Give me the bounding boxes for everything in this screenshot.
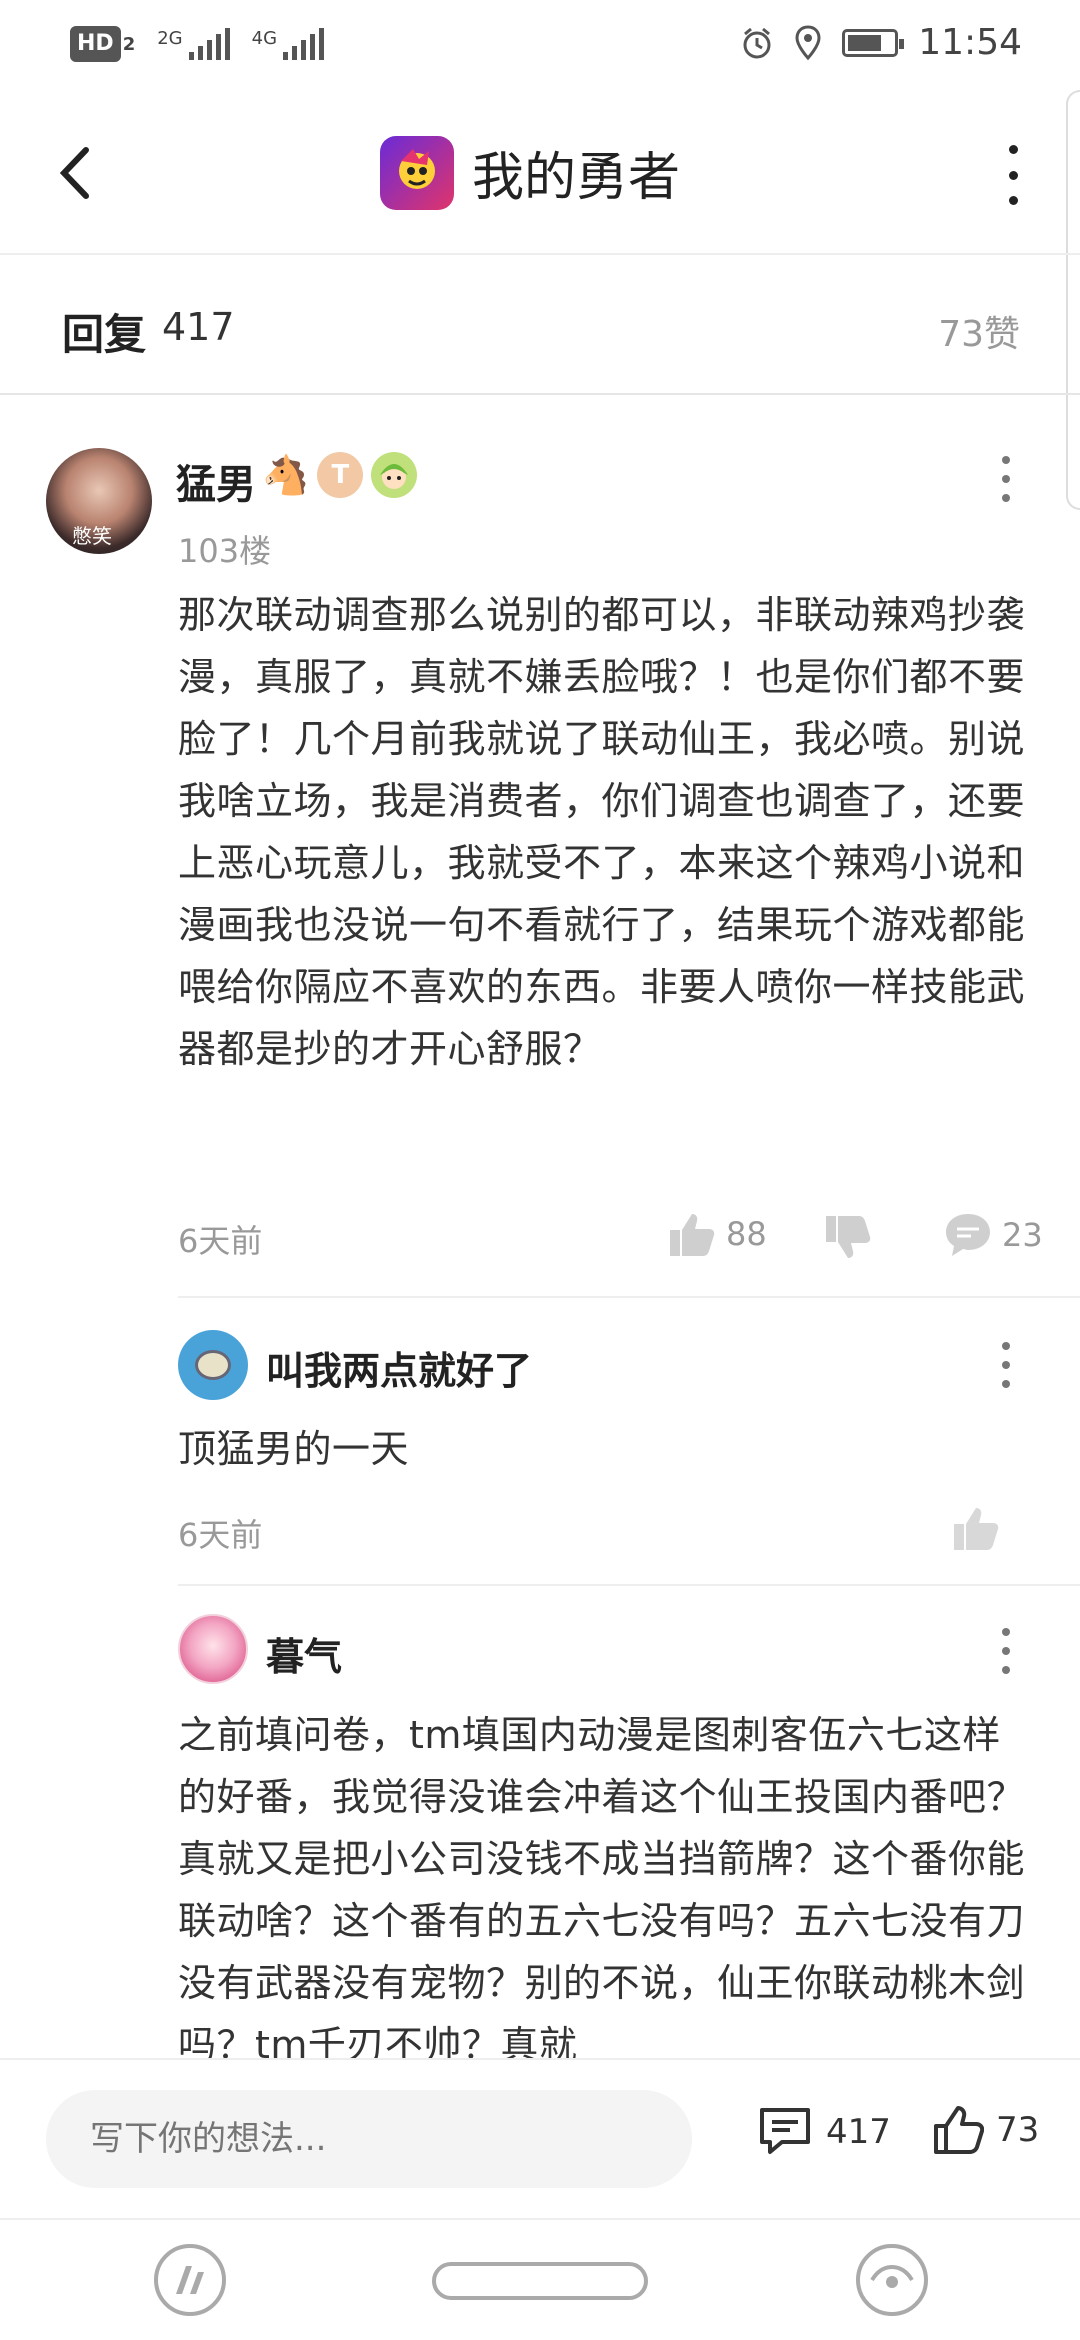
reply-summary-bar: 回复 417 73赞 (0, 255, 1080, 395)
like-button[interactable]: 88 (666, 1210, 767, 1258)
thumbs-up-icon (934, 2106, 984, 2154)
system-nav-bar (0, 2218, 1080, 2340)
clock: 11:54 (918, 22, 1022, 63)
speech-bubble-icon (946, 1214, 990, 1256)
assistant-icon (176, 2266, 204, 2294)
alarm-icon (743, 27, 771, 58)
battery-icon (842, 28, 905, 57)
signal-4g-icon: 4G (252, 28, 325, 60)
user-badges: 🐴 T (262, 452, 418, 498)
dislike-button[interactable] (822, 1214, 872, 1262)
avatar[interactable]: 憋笑 (46, 448, 152, 554)
divider (178, 1584, 1080, 1586)
thumbs-up-icon (954, 1508, 999, 1550)
comment-icon (760, 2108, 810, 2154)
location-icon (795, 24, 821, 60)
hd-indicator: HD 2 (70, 26, 135, 62)
top-app-bar: 我的勇者 (0, 90, 1080, 255)
comment-more-button[interactable] (991, 456, 1021, 502)
status-bar: HD 2 2G 4G 11:54 (0, 0, 1080, 90)
reply-button[interactable]: 23 (944, 1212, 1043, 1258)
thumbs-up-icon (670, 1214, 715, 1256)
reply-count: 23 (1002, 1216, 1043, 1254)
home-pill-button[interactable] (432, 2262, 648, 2300)
character-badge-icon (371, 452, 418, 498)
reply-text: 之前填问卷，tm填国内动漫是图刺客伍六七这样的好番，我觉得没谁会冲着这个仙王投国… (178, 1713, 1026, 2058)
reply-count: 417 (162, 305, 235, 349)
eye-icon (870, 2265, 914, 2288)
reply-label: 回复 (62, 310, 147, 359)
game-icon (380, 135, 454, 210)
avatar[interactable] (178, 1614, 248, 1684)
reply-more-button[interactable] (991, 1342, 1021, 1388)
level-badge-icon: T (317, 452, 364, 498)
like-count: 88 (726, 1215, 767, 1253)
back-button[interactable] (44, 138, 104, 208)
signal-2g-icon: 2G (157, 28, 230, 60)
comment-time: 6天前 (178, 1222, 263, 1260)
comment-count: 417 (826, 2112, 891, 2152)
assistant-nav-button[interactable] (154, 2244, 226, 2316)
title-group[interactable]: 我的勇者 (380, 135, 680, 210)
comment-username[interactable]: 猛男 (176, 452, 256, 510)
reply-time: 6天前 (178, 1516, 263, 1554)
floor-number: 103楼 (178, 532, 272, 570)
post-like-count: 73 (996, 2110, 1040, 2150)
recents-nav-button[interactable] (856, 2244, 928, 2316)
comment-input[interactable] (46, 2090, 692, 2188)
reply-username[interactable]: 暮气 (266, 1626, 342, 1681)
avatar-caption: 憋笑 (72, 524, 112, 548)
chevron-left-icon (59, 147, 89, 199)
divider (178, 1296, 1080, 1298)
reply-more-button[interactable] (991, 1628, 1021, 1674)
thumbs-down-icon (826, 1216, 871, 1258)
likes-total: 73赞 (938, 314, 1020, 355)
avatar[interactable] (178, 1330, 248, 1400)
reply-like-button[interactable] (950, 1504, 1000, 1552)
horse-icon: 🐴 (262, 452, 310, 497)
comment-composer-bar: 417 73 (0, 2058, 1080, 2218)
comments-button[interactable]: 417 (758, 2106, 891, 2158)
page-title: 我的勇者 (472, 148, 681, 208)
more-options-button[interactable] (998, 145, 1028, 205)
reply-username[interactable]: 叫我两点就好了 (266, 1340, 532, 1395)
reply-text: 顶猛男的一天 (178, 1427, 410, 1471)
post-like-button[interactable]: 73 (932, 2104, 1039, 2156)
comment-text: 那次联动调查那么说别的都可以，非联动辣鸡抄袭漫，真服了，真就不嫌丢脸哦？！也是你… (178, 593, 1026, 1071)
